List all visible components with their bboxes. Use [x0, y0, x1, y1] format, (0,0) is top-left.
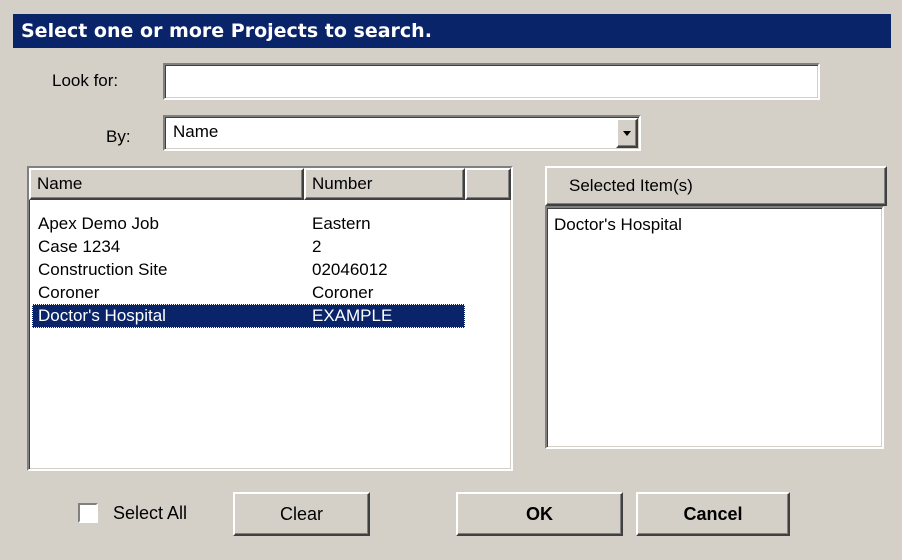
list-item-number: 2 — [312, 237, 322, 256]
ok-button[interactable]: OK — [456, 492, 623, 536]
list-item-number: Coroner — [312, 283, 374, 302]
by-dropdown[interactable]: Name — [163, 115, 641, 151]
column-header-number[interactable]: Number — [304, 168, 465, 200]
projects-list[interactable]: Name Number Apex Demo Job Eastern Case 1… — [27, 166, 513, 471]
list-item-number: EXAMPLE — [312, 306, 393, 325]
list-item-name: Coroner — [38, 283, 100, 302]
dropdown-arrow-button[interactable] — [616, 118, 638, 148]
selected-items-header: Selected Item(s) — [545, 166, 887, 206]
list-item[interactable]: Apex Demo Job Eastern — [32, 212, 465, 236]
look-for-input[interactable] — [163, 63, 820, 100]
by-dropdown-value: Name — [173, 122, 219, 141]
list-item-name: Case 1234 — [38, 237, 121, 256]
list-item[interactable]: Case 1234 2 — [32, 235, 465, 259]
clear-button[interactable]: Clear — [233, 492, 370, 536]
by-label: By: — [106, 127, 131, 146]
dialog-title: Select one or more Projects to search. — [13, 14, 891, 48]
list-body: Apex Demo Job Eastern Case 1234 2 Constr… — [32, 212, 465, 462]
list-item[interactable]: Coroner Coroner — [32, 281, 465, 305]
list-item-selected[interactable]: Doctor's Hospital EXAMPLE — [32, 304, 465, 328]
selected-item[interactable]: Doctor's Hospital — [554, 215, 682, 235]
list-header: Name Number — [29, 168, 511, 200]
list-item[interactable]: Construction Site 02046012 — [32, 258, 465, 282]
checkbox-box[interactable] — [78, 503, 98, 523]
column-header-name[interactable]: Name — [29, 168, 304, 200]
selected-items-list[interactable]: Doctor's Hospital — [545, 206, 884, 449]
look-for-label: Look for: — [52, 71, 119, 90]
list-item-number: Eastern — [312, 214, 371, 233]
list-item-name: Apex Demo Job — [38, 214, 159, 233]
chevron-down-icon — [623, 131, 631, 136]
list-item-name: Doctor's Hospital — [38, 306, 166, 325]
select-all-checkbox[interactable] — [78, 503, 98, 523]
column-header-empty — [465, 168, 511, 200]
list-item-number: 02046012 — [312, 260, 388, 279]
cancel-button[interactable]: Cancel — [636, 492, 790, 536]
select-all-label[interactable]: Select All — [113, 503, 187, 524]
list-item-name: Construction Site — [38, 260, 168, 279]
